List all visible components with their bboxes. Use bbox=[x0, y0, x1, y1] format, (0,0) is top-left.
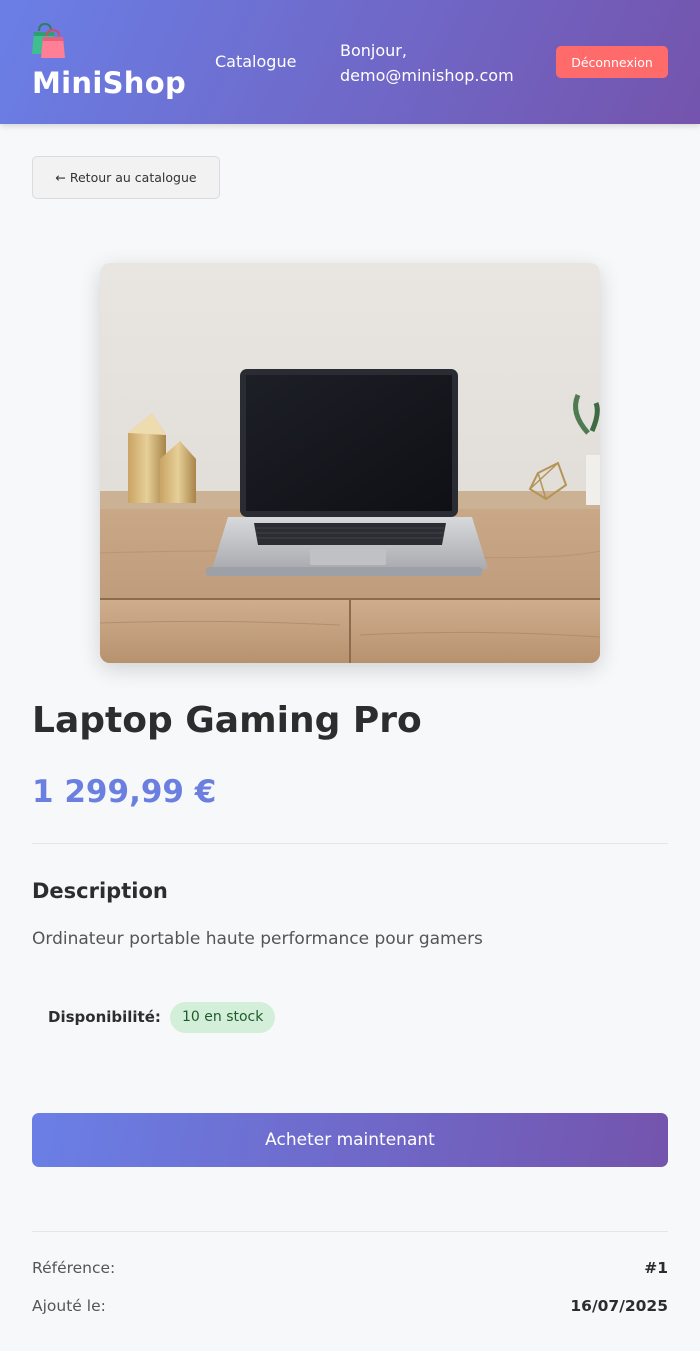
greeting-line: Bonjour, bbox=[340, 41, 407, 60]
nav-catalogue-link[interactable]: Catalogue bbox=[215, 52, 296, 71]
added-date-value: 16/07/2025 bbox=[570, 1297, 668, 1315]
product-title: Laptop Gaming Pro bbox=[32, 700, 422, 741]
divider bbox=[32, 1231, 668, 1232]
brand-name: MiniShop bbox=[32, 66, 186, 100]
shopping-bags-icon bbox=[32, 22, 65, 58]
product-description: Ordinateur portable haute performance po… bbox=[32, 929, 483, 949]
buy-now-button[interactable]: Acheter maintenant bbox=[32, 1113, 668, 1167]
user-email: demo@minishop.com bbox=[340, 66, 514, 85]
laptop-on-desk-photo bbox=[100, 263, 600, 663]
brand[interactable]: MiniShop bbox=[32, 22, 186, 100]
logout-button[interactable]: Déconnexion bbox=[556, 46, 668, 78]
user-greeting: Bonjour, demo@minishop.com bbox=[340, 38, 530, 88]
added-date-label: Ajouté le: bbox=[32, 1297, 106, 1315]
stock-badge: 10 en stock bbox=[170, 1002, 276, 1033]
reference-value: #1 bbox=[644, 1259, 668, 1277]
product-image bbox=[100, 263, 600, 663]
site-header: MiniShop Catalogue Bonjour, demo@minisho… bbox=[0, 0, 700, 124]
description-heading: Description bbox=[32, 879, 168, 903]
availability-label: Disponibilité: bbox=[48, 1008, 161, 1026]
reference-label: Référence: bbox=[32, 1259, 116, 1277]
divider bbox=[32, 843, 668, 844]
product-price: 1 299,99 € bbox=[32, 774, 217, 810]
back-to-catalogue-button[interactable]: ← Retour au catalogue bbox=[32, 156, 220, 199]
